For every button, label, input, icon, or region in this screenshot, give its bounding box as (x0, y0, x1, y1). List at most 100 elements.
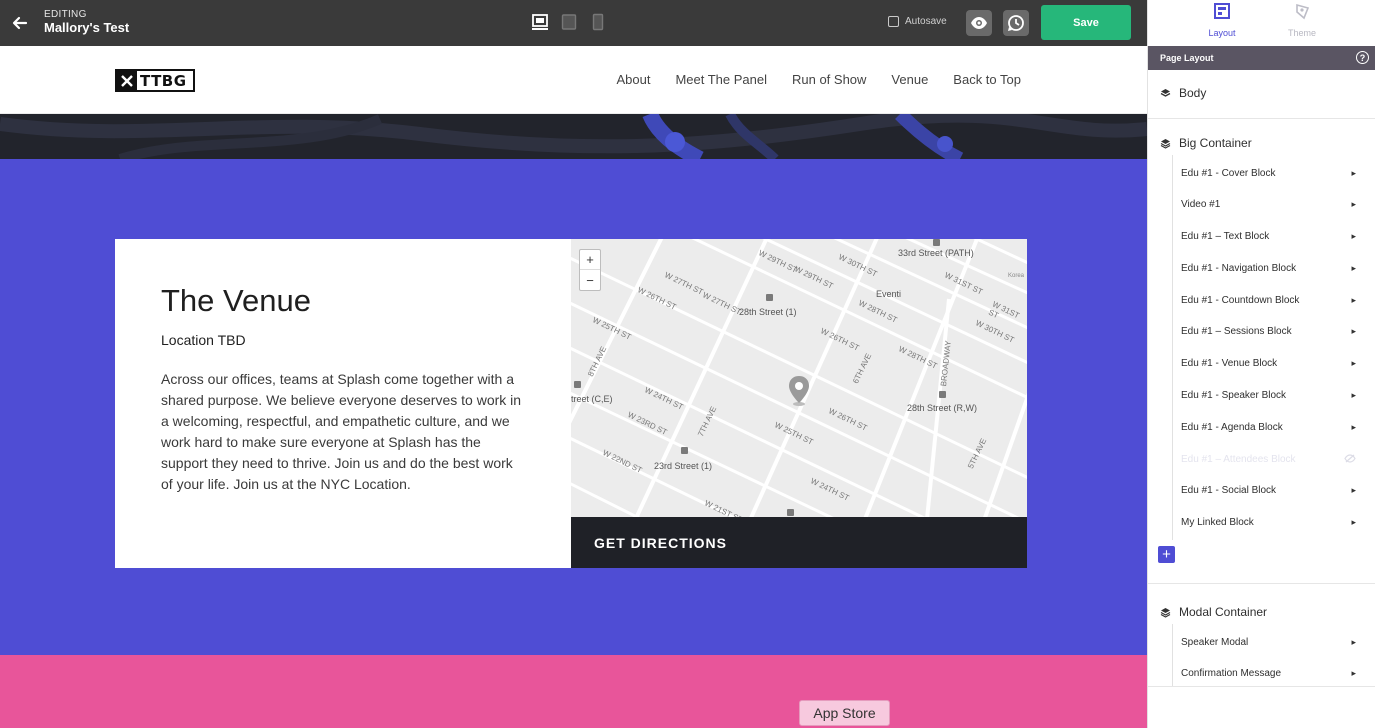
map-label-street: W 26TH ST (827, 406, 869, 433)
map-label-street: W 25TH ST (773, 420, 815, 447)
tab-layout-label: Layout (1208, 28, 1236, 38)
chevron-right-icon: ▸ (1351, 357, 1356, 368)
layout-item-speaker-modal[interactable]: Speaker Modal ▸ (1181, 632, 1356, 652)
map-label-avenue: 6TH AVE (851, 352, 874, 385)
document-title: Mallory's Test (44, 20, 130, 35)
map-label-street: W 25TH ST (591, 315, 633, 342)
page-layout-header: Page Layout ? (1148, 46, 1375, 70)
nav-link-meet-the-panel[interactable]: Meet The Panel (675, 72, 767, 87)
history-button[interactable] (1003, 10, 1029, 36)
chevron-right-icon: ▸ (1351, 198, 1356, 209)
layout-item-label: Speaker Modal (1181, 636, 1249, 648)
chevron-right-icon: ▸ (1351, 230, 1356, 241)
map-label-street: W 26TH ST (819, 326, 861, 353)
map-label-avenue: 8TH AVE (586, 345, 609, 378)
desktop-view-icon[interactable] (531, 13, 549, 31)
stack-icon (1160, 138, 1171, 149)
chevron-right-icon: ▸ (1351, 636, 1356, 647)
layout-item-label: My Linked Block (1181, 516, 1254, 528)
stack-icon (1160, 88, 1171, 97)
venue-description: Across our offices, teams at Splash come… (161, 371, 522, 492)
layout-item-venue-block[interactable]: Edu #1 - Venue Block ▸ (1181, 353, 1356, 373)
autosave-checkbox[interactable] (888, 16, 899, 27)
zoom-out-button[interactable]: − (580, 270, 600, 290)
layout-item-confirmation-message[interactable]: Confirmation Message ▸ (1181, 663, 1356, 683)
zoom-in-button[interactable]: + (580, 250, 600, 270)
map-label-avenue: BROADWAY (939, 340, 953, 387)
next-section-background (0, 655, 1147, 728)
autosave-label: Autosave (905, 16, 947, 27)
layout-item-text-block[interactable]: Edu #1 – Text Block ▸ (1181, 226, 1356, 246)
modal-container-node[interactable]: Modal Container (1160, 605, 1267, 619)
layout-item-label: Edu #1 - Navigation Block (1181, 262, 1297, 274)
layout-item-label: Edu #1 – Attendees Block (1181, 453, 1296, 465)
layout-item-countdown-block[interactable]: Edu #1 - Countdown Block ▸ (1181, 290, 1356, 310)
layout-item-label: Confirmation Message (1181, 667, 1282, 679)
layout-item-navigation-block[interactable]: Edu #1 - Navigation Block ▸ (1181, 258, 1356, 278)
map-label-korea: Korea (1008, 273, 1025, 279)
map-label-eventi: Eventi (876, 289, 902, 299)
layout-item-label: Edu #1 - Social Block (1181, 484, 1277, 496)
map-label-street: W 21ST ST (703, 498, 745, 517)
big-container-node[interactable]: Big Container (1160, 136, 1252, 150)
eye-icon (971, 17, 987, 29)
map-label-street: W 27TH ST (701, 290, 743, 317)
chevron-right-icon: ▸ (1351, 667, 1356, 678)
help-icon[interactable]: ? (1356, 51, 1369, 64)
layout-item-social-block[interactable]: Edu #1 - Social Block ▸ (1181, 480, 1356, 500)
venue-map[interactable]: 33rd Street (PATH) 28th Street (1) 28th … (571, 239, 1027, 517)
layout-item-label: Edu #1 – Text Block (1181, 230, 1270, 242)
tab-layout[interactable]: Layout (1182, 0, 1262, 46)
layout-item-sessions-block[interactable]: Edu #1 – Sessions Block ▸ (1181, 321, 1356, 341)
layout-item-label: Video #1 (1181, 198, 1221, 210)
map-label-33rd-street-path: 33rd Street (PATH) (898, 248, 974, 258)
map-label-street: W 29TH ST (793, 264, 835, 291)
layout-item-speaker-block[interactable]: Edu #1 - Speaker Block ▸ (1181, 385, 1356, 405)
chevron-right-icon: ▸ (1351, 167, 1356, 178)
tab-theme[interactable]: Theme (1262, 0, 1342, 46)
mobile-view-icon[interactable] (592, 13, 604, 31)
tab-theme-label: Theme (1287, 28, 1316, 38)
save-button[interactable]: Save (1041, 5, 1131, 40)
preview-button[interactable] (966, 10, 992, 36)
nav-link-back-to-top[interactable]: Back to Top (953, 72, 1021, 87)
site-logo[interactable]: TTBG (115, 69, 195, 92)
layout-item-video[interactable]: Video #1 ▸ (1181, 194, 1356, 214)
back-arrow-icon[interactable] (10, 13, 30, 33)
map-label-street: W 27TH ST (663, 270, 705, 297)
add-block-button[interactable]: + (1158, 546, 1175, 563)
map-label-avenue: 5TH AVE (966, 437, 989, 470)
panel-divider (1148, 118, 1375, 119)
get-directions-button[interactable]: GET DIRECTIONS (571, 517, 1027, 568)
map-label-street: W 24TH ST (809, 476, 851, 503)
nav-link-about[interactable]: About (616, 72, 650, 87)
layout-icon (1214, 3, 1230, 19)
panel-divider (1148, 686, 1375, 687)
nav-link-run-of-show[interactable]: Run of Show (792, 72, 866, 87)
tablet-view-icon[interactable] (561, 13, 577, 31)
autosave-toggle[interactable]: Autosave (888, 16, 947, 27)
editor-top-bar: EDITING Mallory's Test Autosave Save (0, 0, 1147, 46)
map-zoom-controls: + − (579, 249, 601, 291)
nav-link-venue[interactable]: Venue (891, 72, 928, 87)
map-label-street: W 26TH ST (636, 285, 678, 312)
venue-title: The Venue (161, 283, 311, 318)
layout-item-agenda-block[interactable]: Edu #1 - Agenda Block ▸ (1181, 417, 1356, 437)
body-node[interactable]: Body (1160, 86, 1206, 100)
modal-container-label: Modal Container (1179, 605, 1268, 619)
chevron-right-icon: ▸ (1351, 421, 1356, 432)
stack-icon (1160, 607, 1171, 618)
hidden-eye-icon[interactable] (1344, 453, 1356, 465)
layout-item-cover-block[interactable]: Edu #1 - Cover Block ▸ (1181, 163, 1356, 183)
chevron-right-icon: ▸ (1351, 484, 1356, 495)
map-label-street: W 23RD ST (626, 410, 669, 437)
app-store-button[interactable]: App Store (799, 700, 890, 726)
layout-item-my-linked-block[interactable]: My Linked Block ▸ (1181, 512, 1356, 532)
history-icon (1008, 15, 1024, 31)
chevron-right-icon: ▸ (1351, 516, 1356, 527)
venue-subtitle: Location TBD (161, 332, 246, 348)
map-label-28th-street-1: 28th Street (1) (739, 307, 797, 317)
map-label-28th-street-rw: 28th Street (R,W) (907, 403, 978, 413)
layout-item-attendees-block[interactable]: Edu #1 – Attendees Block (1181, 449, 1356, 469)
logo-text: TTBG (140, 71, 187, 90)
